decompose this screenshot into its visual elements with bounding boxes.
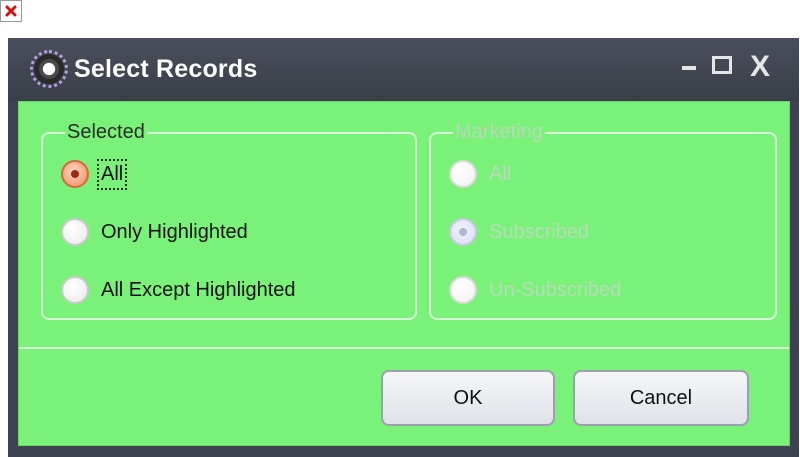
minimize-button[interactable] xyxy=(682,66,696,70)
maximize-button[interactable] xyxy=(712,56,732,74)
marketing-option-all: All xyxy=(449,158,511,190)
marketing-option-unsubscribed: Un-Subscribed xyxy=(449,274,621,306)
selected-option-all[interactable]: All xyxy=(61,158,128,190)
broken-image-x-icon xyxy=(5,5,17,17)
ok-button[interactable]: OK xyxy=(381,370,555,426)
broken-image-icon xyxy=(0,0,22,22)
radio-marketing-unsubscribed xyxy=(449,276,477,304)
marketing-option-unsubscribed-label: Un-Subscribed xyxy=(489,278,622,301)
selected-option-all-except-highlighted[interactable]: All Except Highlighted xyxy=(61,274,296,306)
selected-group: Selected All Only Highlighted All Except… xyxy=(41,121,417,320)
app-icon xyxy=(30,50,68,88)
radio-marketing-all xyxy=(449,160,477,188)
divider xyxy=(19,347,789,349)
radio-selected-all[interactable] xyxy=(61,160,89,188)
selected-option-only-highlighted-label: Only Highlighted xyxy=(101,220,248,243)
marketing-group: Marketing All Subscribed Un-Subscribed xyxy=(429,121,777,320)
selected-option-all-label: All xyxy=(96,158,128,190)
radio-all-except-highlighted[interactable] xyxy=(61,276,89,304)
title-bar: Select Records X xyxy=(8,38,799,101)
marketing-option-subscribed: Subscribed xyxy=(449,216,589,248)
radio-marketing-subscribed xyxy=(449,218,477,246)
marketing-option-subscribed-label: Subscribed xyxy=(489,220,590,243)
window-title: Select Records xyxy=(74,55,258,83)
marketing-group-legend: Marketing xyxy=(453,121,545,144)
close-button[interactable]: X xyxy=(750,52,770,82)
cancel-button[interactable]: Cancel xyxy=(573,370,749,426)
marketing-option-all-label: All xyxy=(489,162,512,185)
selected-option-all-except-highlighted-label: All Except Highlighted xyxy=(101,278,296,301)
radio-only-highlighted[interactable] xyxy=(61,218,89,246)
select-records-dialog: Select Records X Selected All Only Highl… xyxy=(8,38,799,457)
dialog-body: Selected All Only Highlighted All Except… xyxy=(18,101,790,446)
selected-option-only-highlighted[interactable]: Only Highlighted xyxy=(61,216,248,248)
selected-group-legend: Selected xyxy=(65,121,147,144)
